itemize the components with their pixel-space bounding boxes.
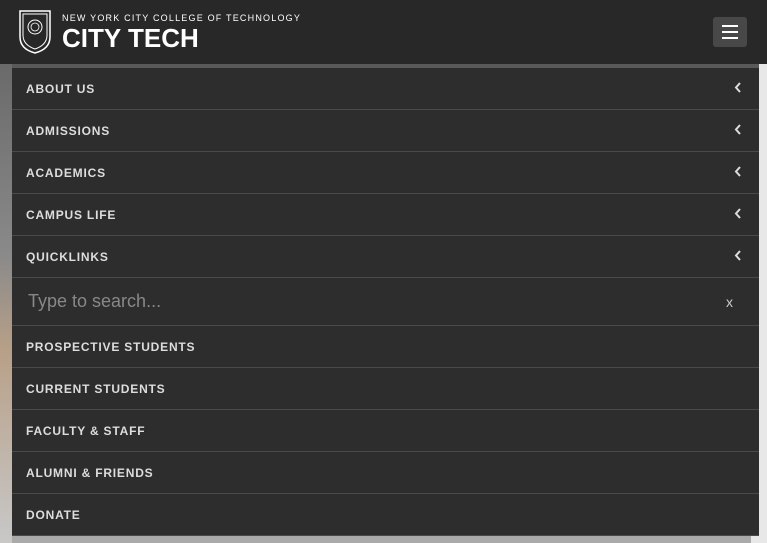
menu-item-prospective-students[interactable]: PROSPECTIVE STUDENTS bbox=[12, 326, 759, 368]
menu-label: CURRENT STUDENTS bbox=[26, 382, 165, 396]
menu-item-donate[interactable]: DONATE bbox=[12, 494, 759, 536]
logo-title: CITY TECH bbox=[62, 25, 301, 51]
menu-label: ABOUT US bbox=[26, 82, 95, 96]
scrollbar-track[interactable] bbox=[759, 0, 767, 543]
logo-shield-icon bbox=[18, 9, 52, 55]
hamburger-icon bbox=[722, 25, 738, 27]
search-input[interactable] bbox=[28, 291, 718, 312]
logo-subtitle: NEW YORK CITY COLLEGE OF TECHNOLOGY bbox=[62, 14, 301, 23]
menu-label: CAMPUS LIFE bbox=[26, 208, 116, 222]
menu-item-admissions[interactable]: ADMISSIONS bbox=[12, 110, 759, 152]
logo-text: NEW YORK CITY COLLEGE OF TECHNOLOGY CITY… bbox=[62, 14, 301, 51]
site-header: NEW YORK CITY COLLEGE OF TECHNOLOGY CITY… bbox=[0, 0, 767, 64]
menu-item-campus-life[interactable]: CAMPUS LIFE bbox=[12, 194, 759, 236]
chevron-left-icon bbox=[734, 250, 741, 264]
menu-item-about-us[interactable]: ABOUT US bbox=[12, 68, 759, 110]
menu-label: DONATE bbox=[26, 508, 81, 522]
menu-item-academics[interactable]: ACADEMICS bbox=[12, 152, 759, 194]
menu-label: ALUMNI & FRIENDS bbox=[26, 466, 153, 480]
logo[interactable]: NEW YORK CITY COLLEGE OF TECHNOLOGY CITY… bbox=[18, 9, 301, 55]
menu-item-current-students[interactable]: CURRENT STUDENTS bbox=[12, 368, 759, 410]
navigation-menu: ABOUT US ADMISSIONS ACADEMICS CAMPUS LIF… bbox=[12, 68, 759, 536]
menu-toggle-button[interactable] bbox=[713, 17, 747, 47]
menu-label: ACADEMICS bbox=[26, 166, 106, 180]
search-close-button[interactable]: x bbox=[718, 290, 741, 314]
menu-item-alumni-friends[interactable]: ALUMNI & FRIENDS bbox=[12, 452, 759, 494]
search-row: x bbox=[12, 278, 759, 326]
background-peek-left bbox=[0, 64, 12, 543]
chevron-left-icon bbox=[734, 166, 741, 180]
menu-label: ADMISSIONS bbox=[26, 124, 110, 138]
menu-label: PROSPECTIVE STUDENTS bbox=[26, 340, 195, 354]
menu-label: FACULTY & STAFF bbox=[26, 424, 145, 438]
chevron-left-icon bbox=[734, 82, 741, 96]
menu-label: QUICKLINKS bbox=[26, 250, 109, 264]
chevron-left-icon bbox=[734, 124, 741, 138]
chevron-left-icon bbox=[734, 208, 741, 222]
menu-item-quicklinks[interactable]: QUICKLINKS bbox=[12, 236, 759, 278]
menu-item-faculty-staff[interactable]: FACULTY & STAFF bbox=[12, 410, 759, 452]
